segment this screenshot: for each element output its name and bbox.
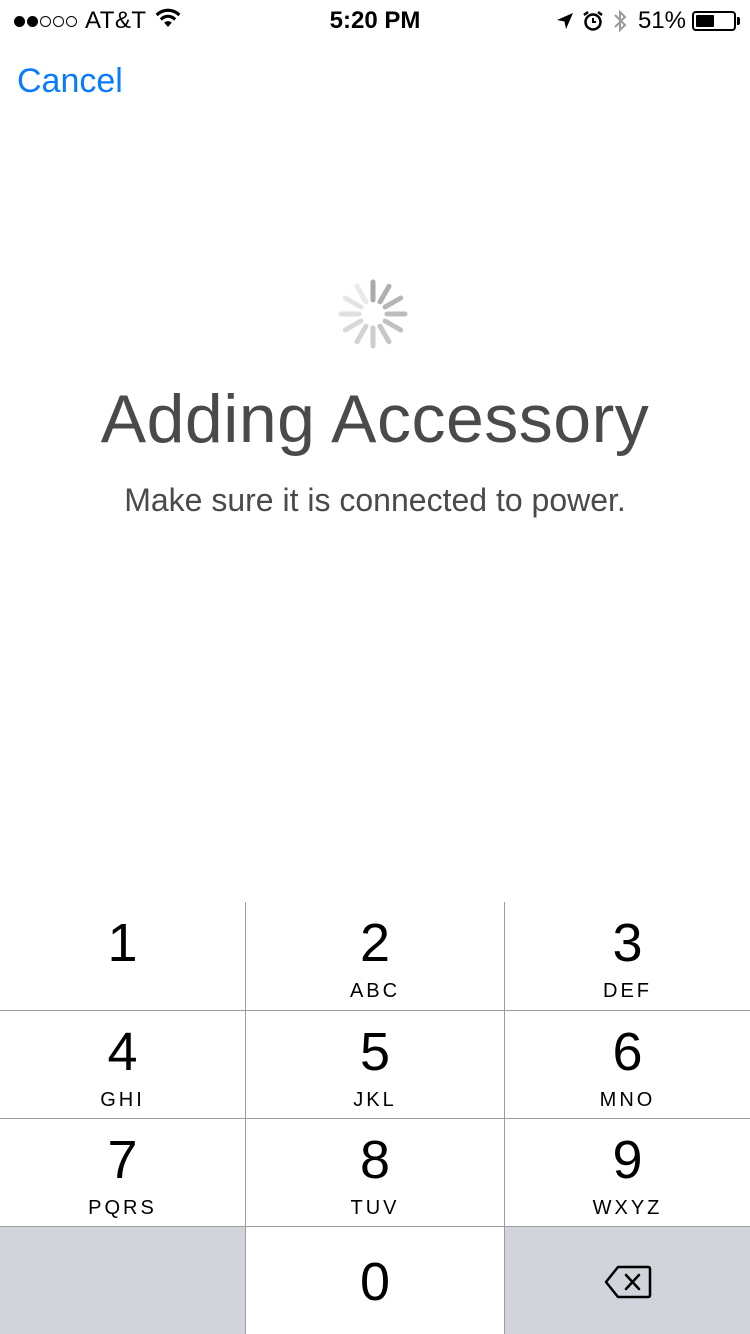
keypad-key-9[interactable]: 9 WXYZ (505, 1119, 750, 1226)
keypad-key-6[interactable]: 6 MNO (505, 1011, 750, 1118)
keypad-key-8[interactable]: 8 TUV (246, 1119, 504, 1226)
status-bar: AT&T 5:20 PM 51% (0, 0, 750, 40)
bluetooth-icon (612, 9, 628, 33)
key-letters: DEF (603, 980, 652, 1002)
key-letters: JKL (353, 1089, 397, 1111)
keypad-key-2[interactable]: 2 ABC (246, 902, 504, 1010)
spinner-spoke (354, 283, 369, 305)
key-digit: 0 (359, 1252, 391, 1312)
keypad-blank-key (0, 1227, 245, 1334)
spinner-spoke (382, 318, 404, 333)
key-digit: 6 (612, 1022, 643, 1082)
key-digit: 4 (107, 1022, 138, 1082)
key-digit: 3 (612, 913, 643, 973)
key-letters: MNO (599, 1089, 656, 1111)
key-digit: 1 (107, 913, 138, 973)
key-letters: TUV (350, 1197, 400, 1219)
spinner-spoke (377, 323, 392, 345)
spinner-spoke (377, 283, 392, 305)
spinner-spoke (354, 323, 369, 345)
page-subtitle: Make sure it is connected to power. (124, 482, 626, 518)
location-arrow-icon (556, 12, 574, 30)
status-bar-right: 51% (548, 7, 740, 35)
keypad-key-7[interactable]: 7 PQRS (0, 1119, 245, 1226)
spinner-spoke (342, 318, 364, 333)
keypad-key-0[interactable]: 0 (246, 1227, 504, 1334)
key-letters: GHI (100, 1089, 145, 1111)
keypad-key-5[interactable]: 5 JKL (246, 1011, 504, 1118)
loading-spinner-icon (338, 279, 408, 349)
key-letters: ABC (349, 980, 401, 1002)
key-digit: 8 (359, 1130, 391, 1190)
keypad-separator (0, 1226, 750, 1227)
battery-icon (692, 11, 736, 31)
keypad-key-4[interactable]: 4 GHI (0, 1011, 245, 1118)
screen: AT&T 5:20 PM 51% Cancel Adding Accessory… (0, 0, 750, 1334)
keypad-key-1[interactable]: 1 (0, 902, 245, 1010)
delete-button[interactable] (505, 1227, 750, 1334)
key-letters: WXYZ (592, 1197, 663, 1219)
numeric-keypad: 1 2 ABC 3 DEF 4 GHI 5 JKL 6 MNO 7 PQRS 8… (0, 902, 750, 1334)
key-digit: 5 (359, 1022, 391, 1082)
alarm-icon (582, 10, 604, 32)
keypad-separator (0, 1010, 750, 1011)
cancel-button[interactable]: Cancel (17, 62, 123, 101)
battery-percent: 51% (637, 7, 686, 34)
battery-tip (737, 17, 740, 25)
spinner-spoke (342, 295, 364, 310)
key-digit: 7 (107, 1130, 138, 1190)
key-letters: PQRS (88, 1197, 157, 1219)
key-digit: 2 (359, 913, 391, 973)
battery-level-fill (696, 15, 715, 27)
key-digit: 9 (612, 1130, 643, 1190)
delete-backspace-icon (604, 1265, 652, 1304)
page-title: Adding Accessory (100, 381, 650, 457)
keypad-key-3[interactable]: 3 DEF (505, 902, 750, 1010)
spinner-spoke (382, 295, 404, 310)
keypad-separator (0, 1118, 750, 1119)
